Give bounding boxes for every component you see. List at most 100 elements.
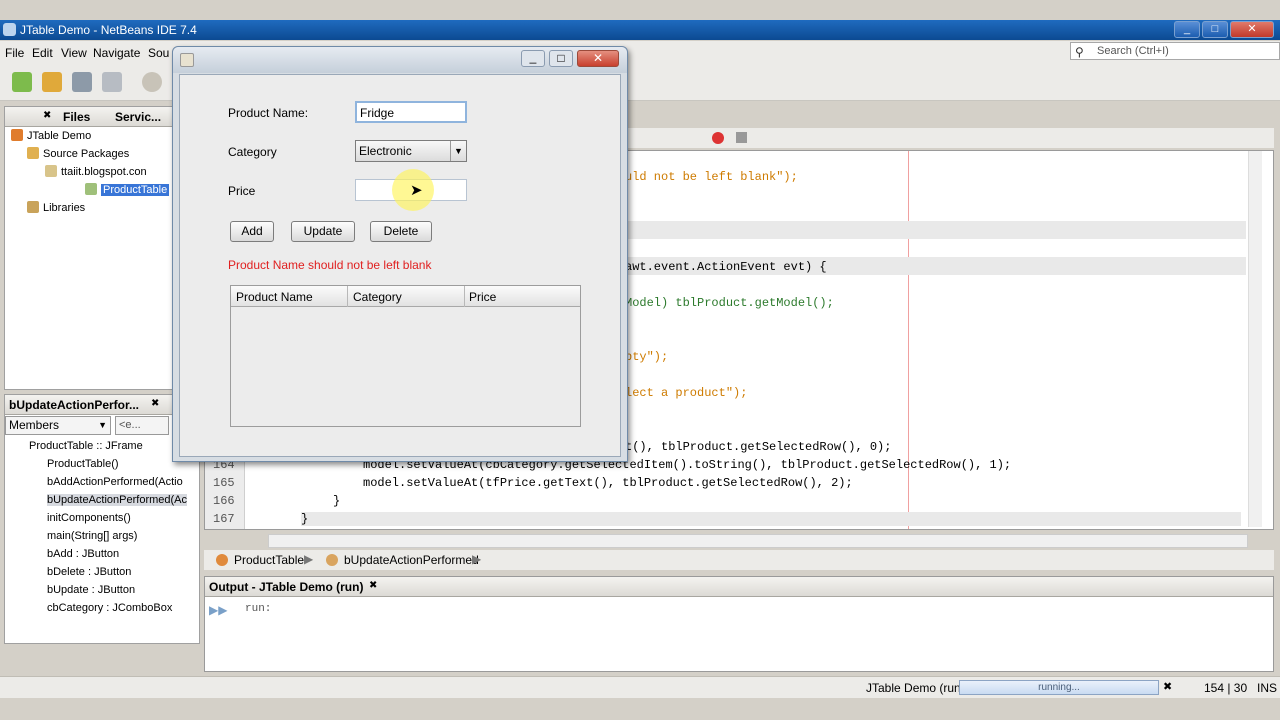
breadcrumb-class[interactable]: ProductTable [234, 553, 304, 567]
members-dropdown[interactable]: Members ▼ [5, 416, 111, 435]
column-header-product-name[interactable]: Product Name [236, 290, 313, 304]
delete-button[interactable]: Delete [370, 221, 432, 242]
navigator-panel: bUpdateActionPerfor... ✖ Members ▼ <e... … [4, 394, 200, 644]
new-project-icon[interactable] [42, 72, 62, 92]
chevron-right-icon: ▶ [304, 552, 314, 566]
member-item-selected[interactable]: bUpdateActionPerformed(Ac [47, 494, 188, 506]
libraries-icon [27, 201, 39, 213]
menu-navigate[interactable]: Navigate [93, 46, 140, 60]
navigator-root[interactable]: ProductTable :: JFrame [29, 440, 143, 452]
search-icon: ⚲ [1075, 45, 1084, 59]
product-table[interactable]: Product Name Category Price [230, 285, 581, 427]
code-line: awt.event.ActionEvent evt) { [625, 260, 827, 274]
rerun-icon[interactable]: ▶▶ [209, 603, 227, 617]
tree-item-project[interactable]: JTable Demo [11, 129, 91, 142]
menu-edit[interactable]: Edit [32, 46, 53, 60]
member-item[interactable]: cbCategory : JComboBox [47, 602, 172, 614]
new-file-icon[interactable] [12, 72, 32, 92]
undo-icon[interactable] [142, 72, 162, 92]
progress-text: running... [1038, 682, 1080, 693]
category-select[interactable]: Electronic ▼ [355, 140, 467, 162]
dialog-minimize-button[interactable]: _ [521, 50, 545, 67]
output-title[interactable]: Output - JTable Demo (run) [209, 580, 363, 594]
code-line: Model) tblProduct.getModel(); [625, 296, 834, 310]
method-icon [326, 554, 338, 566]
column-divider [464, 286, 465, 307]
code-line: lect a product"); [625, 386, 748, 400]
dialog-maximize-button[interactable]: □ [549, 50, 573, 67]
save-all-icon[interactable] [102, 72, 122, 92]
horizontal-scrollbar[interactable] [268, 534, 1248, 548]
column-header-category[interactable]: Category [353, 290, 402, 304]
line-number: 166 [213, 494, 235, 508]
progress-bar: running... [959, 680, 1159, 695]
open-project-icon[interactable] [72, 72, 92, 92]
chevron-right-icon: ▶ [472, 552, 482, 566]
stop-macro-icon[interactable] [736, 132, 747, 143]
product-name-field[interactable]: Fridge [355, 101, 467, 123]
netbeans-logo-icon [3, 23, 16, 36]
product-name-label: Product Name: [228, 106, 309, 120]
chevron-down-icon: ▼ [98, 420, 107, 430]
breadcrumb-method[interactable]: bUpdateActionPerformed [344, 553, 479, 567]
add-button[interactable]: Add [230, 221, 274, 242]
error-message: Product Name should not be left blank [228, 258, 432, 272]
code-line: pty"); [625, 350, 669, 364]
search-placeholder: Search (Ctrl+I) [1097, 45, 1169, 57]
menu-view[interactable]: View [61, 46, 87, 60]
java-app-icon [180, 53, 194, 67]
code-line: model.setValueAt(tfPrice.getText(), tblP… [363, 476, 853, 490]
update-button[interactable]: Update [291, 221, 355, 242]
dialog-title-bar: _ □ ✕ [173, 47, 627, 73]
java-file-icon [85, 183, 97, 195]
member-item[interactable]: main(String[] args) [47, 530, 137, 542]
close-output-icon[interactable]: ✖ [369, 580, 377, 591]
category-label: Category [228, 145, 277, 159]
member-item[interactable]: ProductTable() [47, 458, 119, 470]
maximize-button[interactable]: □ [1202, 21, 1228, 38]
line-number: 167 [213, 512, 235, 526]
member-item[interactable]: initComponents() [47, 512, 131, 524]
member-item[interactable]: bAdd : JButton [47, 548, 119, 560]
toggle-breakpoint-icon[interactable] [712, 132, 724, 144]
navigator-header: bUpdateActionPerfor... ✖ [5, 395, 199, 415]
output-tab-header: Output - JTable Demo (run) ✖ [205, 577, 1273, 597]
menu-file[interactable]: File [5, 46, 24, 60]
column-header-price[interactable]: Price [469, 290, 496, 304]
cancel-task-icon[interactable]: ✖ [1163, 680, 1172, 693]
close-navigator-icon[interactable]: ✖ [151, 398, 159, 409]
close-button[interactable]: ✕ [1230, 21, 1274, 38]
column-divider [347, 286, 348, 307]
member-item[interactable]: bDelete : JButton [47, 566, 131, 578]
code-line: uld not be left blank"); [625, 170, 798, 184]
search-input[interactable]: ⚲ Search (Ctrl+I) [1070, 42, 1280, 60]
minimize-button[interactable]: _ [1174, 21, 1200, 38]
tree-item-source-packages[interactable]: Source Packages [27, 147, 129, 160]
table-header: Product Name Category Price [231, 286, 580, 307]
status-bar: JTable Demo (run) running... ✖ 154 | 30 … [0, 676, 1280, 698]
tree-item-libraries[interactable]: Libraries [27, 201, 85, 214]
tree-item-package[interactable]: ttaiit.blogspot.con [45, 165, 147, 178]
menu-source[interactable]: Sou [148, 46, 169, 60]
window-title-bar: JTable Demo - NetBeans IDE 7.4 _ □ ✕ [0, 20, 1280, 40]
class-icon [216, 554, 228, 566]
line-number: 165 [213, 476, 235, 490]
package-icon [45, 165, 57, 177]
price-label: Price [228, 184, 256, 198]
projects-tab-header: ✖ Files Servic... [5, 107, 199, 127]
close-tab-icon[interactable]: ✖ [43, 110, 51, 121]
filter-dropdown[interactable]: <e... [115, 416, 169, 435]
tab-services[interactable]: Servic... [115, 110, 161, 124]
vertical-scrollbar[interactable] [1248, 151, 1262, 527]
dialog-close-button[interactable]: ✕ [577, 50, 619, 67]
code-line: t(), tblProduct.getSelectedRow(), 0); [625, 440, 892, 454]
mouse-cursor-icon: ➤ [410, 182, 423, 199]
member-item[interactable]: bAddActionPerformed(Actio [47, 476, 183, 488]
member-item[interactable]: bUpdate : JButton [47, 584, 135, 596]
projects-panel: ✖ Files Servic... JTable Demo Source Pac… [4, 106, 200, 390]
project-icon [11, 129, 23, 141]
code-line: } [333, 494, 341, 508]
tab-files[interactable]: Files [63, 110, 90, 124]
navigator-title: bUpdateActionPerfor... [9, 398, 140, 412]
tree-item-producttable[interactable]: ProductTable [85, 183, 170, 196]
